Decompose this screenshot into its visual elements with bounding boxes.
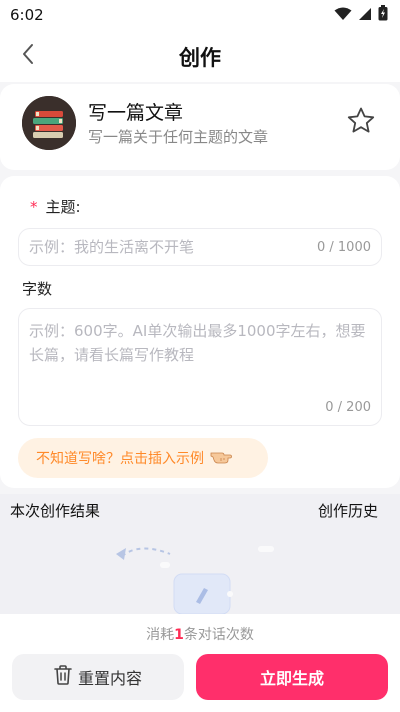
pointing-hand-icon [210,448,232,468]
empty-state-illustration [110,538,280,615]
favorite-button[interactable] [344,106,378,140]
bottom-action-bar: 消耗1条对话次数 重置内容 立即生成 [0,614,400,712]
template-avatar [22,96,76,150]
insert-example-label: 不知道写啥？点击插入示例 [36,451,204,467]
required-mark: * [30,198,38,216]
topic-input[interactable]: 示例：我的生活离不开笔 0 / 1000 [18,228,382,266]
topic-counter: 0 / 1000 [317,240,371,255]
status-bar: 6:02 [0,0,400,30]
template-card: 写一篇文章 写一篇关于任何主题的文章 [0,84,400,170]
template-description: 写一篇关于任何主题的文章 [88,128,269,146]
history-button[interactable]: 创作历史 [318,500,378,521]
app-header: 创作 [0,30,400,82]
reset-content-button[interactable]: 重置内容 [12,654,184,700]
results-section: 本次创作结果 创作历史 [0,494,400,615]
insert-example-button[interactable]: 不知道写啥？点击插入示例 [18,438,268,478]
books-stack-icon [22,96,76,150]
usage-info: 消耗1条对话次数 [0,624,400,644]
word-count-input[interactable]: 示例：600字。AI单次输出最多1000字左右，想要长篇，请看长篇写作教程 0 … [18,308,382,426]
word-count-placeholder: 示例：600字。AI单次输出最多1000字左右，想要长篇，请看长篇写作教程 [29,322,366,364]
trash-icon [54,665,72,689]
reset-content-label: 重置内容 [77,669,142,688]
generate-label: 立即生成 [259,669,324,688]
usage-count: 1 [174,627,184,643]
usage-prefix: 消耗 [146,627,175,643]
status-time: 6:02 [10,6,44,24]
form-card: * 主题: 示例：我的生活离不开笔 0 / 1000 字数 示例：600字。AI单… [0,176,400,488]
topic-placeholder: 示例：我的生活离不开笔 [29,238,195,256]
star-outline-icon [346,106,376,140]
signal-icon [358,6,372,25]
status-icons [334,5,388,25]
results-title: 本次创作结果 [10,502,101,520]
battery-icon [378,5,388,25]
word-count-label: 字数 [22,280,53,298]
page-title: 创作 [179,46,221,70]
usage-suffix: 条对话次数 [183,627,254,643]
template-title: 写一篇文章 [88,102,184,124]
generate-button[interactable]: 立即生成 [196,654,388,700]
word-count-counter: 0 / 200 [325,400,371,415]
wifi-icon [334,6,352,25]
topic-label: 主题: [45,198,81,216]
topic-label-row: * 主题: [30,196,81,217]
